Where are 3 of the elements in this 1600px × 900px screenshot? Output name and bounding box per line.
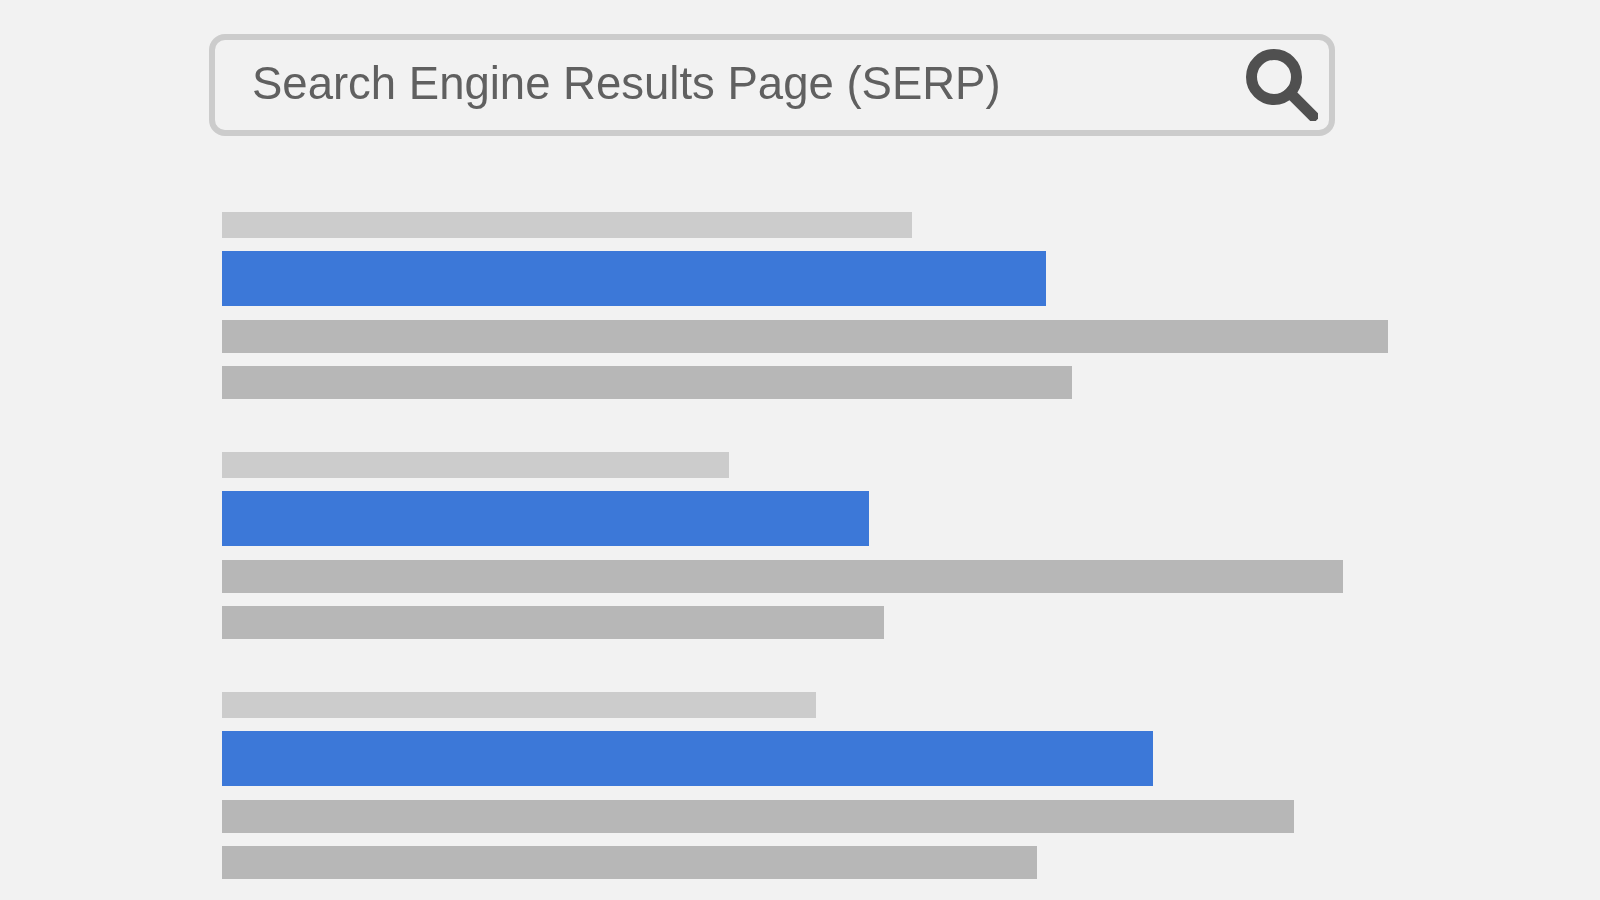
search-field[interactable]: Search Engine Results Page (SERP) <box>209 34 1335 136</box>
search-icon[interactable] <box>1246 49 1318 121</box>
search-query-text: Search Engine Results Page (SERP) <box>252 57 1001 111</box>
